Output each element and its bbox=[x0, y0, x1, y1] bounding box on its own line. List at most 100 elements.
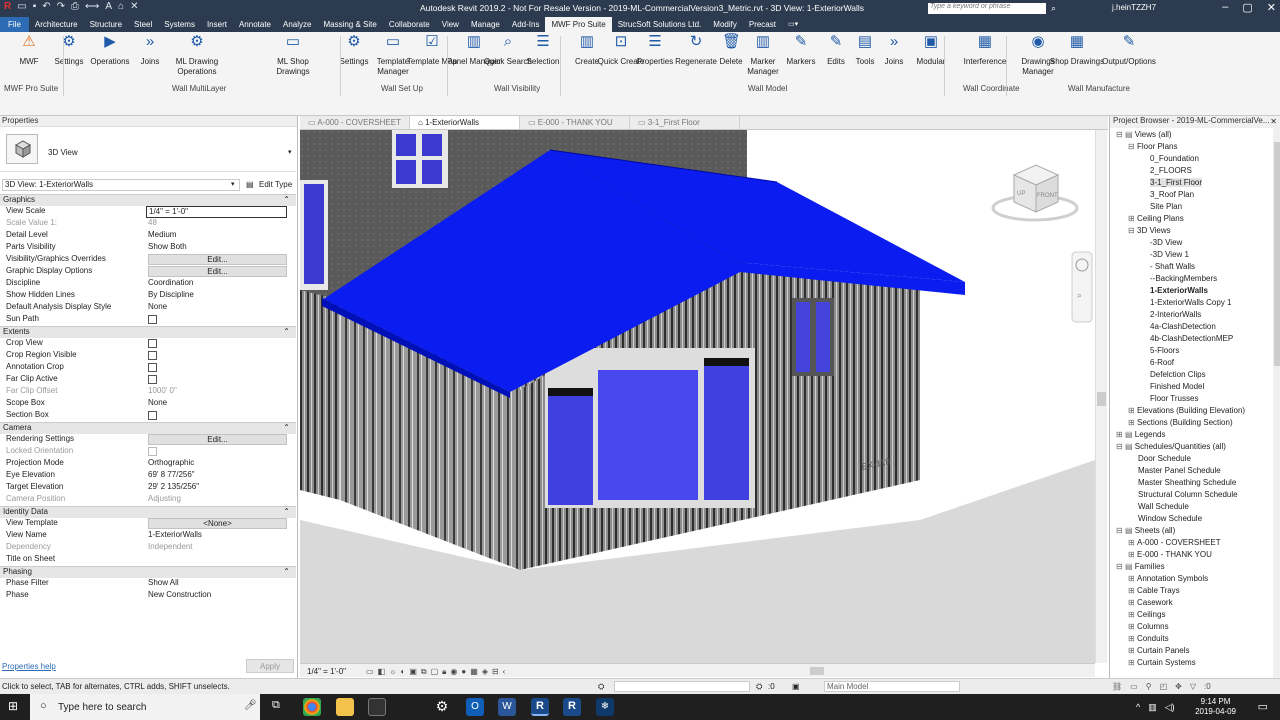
expand-icon[interactable]: ⊞ bbox=[1128, 586, 1137, 595]
collapse-icon[interactable]: ⌃ bbox=[283, 567, 290, 576]
design-options-icon[interactable]: ▣ bbox=[792, 682, 800, 691]
expand-icon[interactable]: ⊞ bbox=[1128, 634, 1137, 643]
print-icon[interactable]: ⎙ bbox=[71, 1, 79, 12]
crop-icon[interactable]: ⧉ bbox=[421, 667, 427, 677]
browser-item[interactable]: ⊟ Floor Plans bbox=[1128, 142, 1177, 151]
property-value[interactable]: None bbox=[146, 302, 287, 314]
browser-item[interactable]: ⊞ ▤ Legends bbox=[1116, 430, 1165, 439]
tab-file[interactable]: File bbox=[0, 17, 29, 32]
browser-item[interactable]: ⊞ E-000 - THANK YOU bbox=[1128, 550, 1212, 559]
revit-icon[interactable]: R bbox=[563, 698, 581, 716]
panel-toggle-icon[interactable]: ▭▾ bbox=[782, 17, 804, 32]
property-value[interactable]: New Construction bbox=[146, 590, 287, 602]
filter-icon[interactable]: ▽ bbox=[1190, 682, 1196, 691]
tab-modify[interactable]: Modify bbox=[707, 17, 743, 32]
browser-item[interactable]: Finished Model bbox=[1150, 382, 1204, 391]
text-icon[interactable]: A bbox=[105, 1, 112, 12]
tab-strucsoft-solutions-ltd-[interactable]: StrucSoft Solutions Ltd. bbox=[612, 17, 708, 32]
edit-button[interactable]: Edit... bbox=[148, 254, 287, 265]
browser-item[interactable]: - Shaft Walls bbox=[1150, 262, 1195, 271]
close-icon[interactable]: ✕ bbox=[1270, 117, 1277, 126]
browser-scrollbar[interactable] bbox=[1273, 128, 1280, 678]
canvas-horizontal-scrollbar[interactable] bbox=[810, 667, 824, 675]
view-tab[interactable]: ▭ 3-1_First Floor bbox=[630, 116, 740, 129]
tab-add-ins[interactable]: Add-Ins bbox=[506, 17, 546, 32]
property-checkbox[interactable] bbox=[148, 315, 157, 324]
property-value[interactable]: Orthographic bbox=[146, 458, 287, 470]
edit-button[interactable]: Edit... bbox=[148, 266, 287, 277]
word-icon[interactable]: W bbox=[498, 698, 516, 716]
notifications-icon[interactable]: ▭ bbox=[1258, 700, 1268, 713]
settings-icon[interactable]: ⚙ bbox=[433, 698, 451, 716]
collapse-icon[interactable]: ⊟ bbox=[1128, 226, 1137, 235]
property-value[interactable]: Show All bbox=[146, 578, 287, 590]
browser-item[interactable]: 2-InteriorWalls bbox=[1150, 310, 1201, 319]
volume-icon[interactable]: ◁) bbox=[1165, 702, 1175, 713]
collapse-icon[interactable]: ⌃ bbox=[283, 423, 290, 432]
browser-item[interactable]: Floor Trusses bbox=[1150, 394, 1198, 403]
property-checkbox[interactable] bbox=[148, 363, 157, 372]
edit-button[interactable]: <None> bbox=[148, 518, 287, 529]
windows-start-icon[interactable]: ⊞ bbox=[8, 699, 18, 713]
browser-item[interactable]: ⊟ ▤ Families bbox=[1116, 562, 1165, 571]
chevron-down-icon[interactable]: ▾ bbox=[231, 180, 235, 188]
browser-item[interactable]: Site Plan bbox=[1150, 202, 1182, 211]
maximize-icon[interactable]: ▢ bbox=[1242, 1, 1252, 14]
tab-steel[interactable]: Steel bbox=[128, 17, 158, 32]
property-value[interactable]: 1/4" = 1'-0" bbox=[146, 206, 287, 218]
browser-item[interactable]: Master Sheathing Schedule bbox=[1138, 478, 1236, 487]
app-icon[interactable]: ❄ bbox=[596, 698, 614, 716]
property-value[interactable]: Medium bbox=[146, 230, 287, 242]
property-category[interactable]: Graphics ⌃ bbox=[0, 194, 296, 206]
shop-drawings-button[interactable]: ▦ Shop Drawings bbox=[1048, 34, 1106, 67]
collapse-icon[interactable]: ⌃ bbox=[283, 327, 290, 336]
browser-item[interactable]: 3-1_First Floor bbox=[1150, 178, 1203, 187]
modular-button[interactable]: ▣ Modular bbox=[902, 34, 960, 67]
underlay-icon[interactable]: ▭ bbox=[1130, 682, 1138, 691]
property-value[interactable]: Coordination bbox=[146, 278, 287, 290]
revit-logo-icon[interactable]: R bbox=[4, 1, 11, 12]
property-value[interactable]: Show Both bbox=[146, 242, 287, 254]
revit-icon[interactable]: R bbox=[531, 698, 549, 716]
close-icon[interactable]: ✕ bbox=[1267, 1, 1276, 14]
property-category[interactable]: Extents ⌃ bbox=[0, 326, 296, 338]
tab-massing-site[interactable]: Massing & Site bbox=[317, 17, 382, 32]
view-tab[interactable]: ▭ E-000 - THANK YOU bbox=[520, 116, 630, 129]
sun-path-icon[interactable]: ☼ bbox=[389, 667, 396, 677]
taskbar-search[interactable]: Type here to search bbox=[30, 694, 260, 720]
select-by-face-icon[interactable]: ◰ bbox=[1160, 682, 1168, 691]
dropdown-arrow-icon[interactable]: ▾ bbox=[288, 148, 292, 156]
reveal-hidden-icon[interactable]: ● bbox=[461, 667, 466, 677]
expand-icon[interactable]: ⊞ bbox=[1128, 658, 1137, 667]
browser-item[interactable]: Wall Schedule bbox=[1138, 502, 1189, 511]
ml-drawing-operations-button[interactable]: ⚙ ML Drawing Operations bbox=[168, 34, 226, 77]
edit-button[interactable]: Edit... bbox=[148, 434, 287, 445]
browser-item[interactable]: Master Panel Schedule bbox=[1138, 466, 1221, 475]
expand-icon[interactable]: ⊞ bbox=[1128, 622, 1137, 631]
show-hidden-icons[interactable]: ^ bbox=[1136, 702, 1140, 713]
collapse-icon[interactable]: ⊟ bbox=[1116, 130, 1125, 139]
browser-item[interactable]: 3_Roof Plan bbox=[1150, 190, 1194, 199]
lock-icon[interactable]: 🔒︎ bbox=[442, 667, 446, 677]
browser-item[interactable]: ⊞ Casework bbox=[1128, 598, 1173, 607]
browser-item[interactable]: Defelction Clips bbox=[1150, 370, 1206, 379]
tab-systems[interactable]: Systems bbox=[158, 17, 201, 32]
tab-view[interactable]: View bbox=[436, 17, 465, 32]
tab-annotate[interactable]: Annotate bbox=[233, 17, 277, 32]
3d-view-icon[interactable]: ⌂ bbox=[118, 1, 124, 12]
view-instance-selector[interactable]: 3D View: 1-ExteriorWalls bbox=[2, 179, 240, 191]
browser-item[interactable]: ⊞ Sections (Building Section) bbox=[1128, 418, 1233, 427]
property-checkbox[interactable] bbox=[148, 375, 157, 384]
binoculars-icon[interactable]: ⌕ bbox=[1051, 3, 1056, 14]
output-options-button[interactable]: ✎ Output/Options bbox=[1100, 34, 1158, 67]
expand-icon[interactable]: ⊞ bbox=[1128, 646, 1137, 655]
browser-item[interactable]: ⊞ Annotation Symbols bbox=[1128, 574, 1208, 583]
navigation-bar[interactable]: ⌕ bbox=[1071, 251, 1093, 323]
property-value[interactable]: 69' 8 77/256" bbox=[146, 470, 287, 482]
drag-icon[interactable]: ✥ bbox=[1175, 682, 1182, 691]
browser-item[interactable]: ⊞ Curtain Systems bbox=[1128, 658, 1196, 667]
browser-item[interactable]: 1-ExteriorWalls bbox=[1150, 286, 1208, 295]
tab-manage[interactable]: Manage bbox=[465, 17, 506, 32]
browser-item[interactable]: Door Schedule bbox=[1138, 454, 1191, 463]
browser-item[interactable]: Structural Column Schedule bbox=[1138, 490, 1238, 499]
